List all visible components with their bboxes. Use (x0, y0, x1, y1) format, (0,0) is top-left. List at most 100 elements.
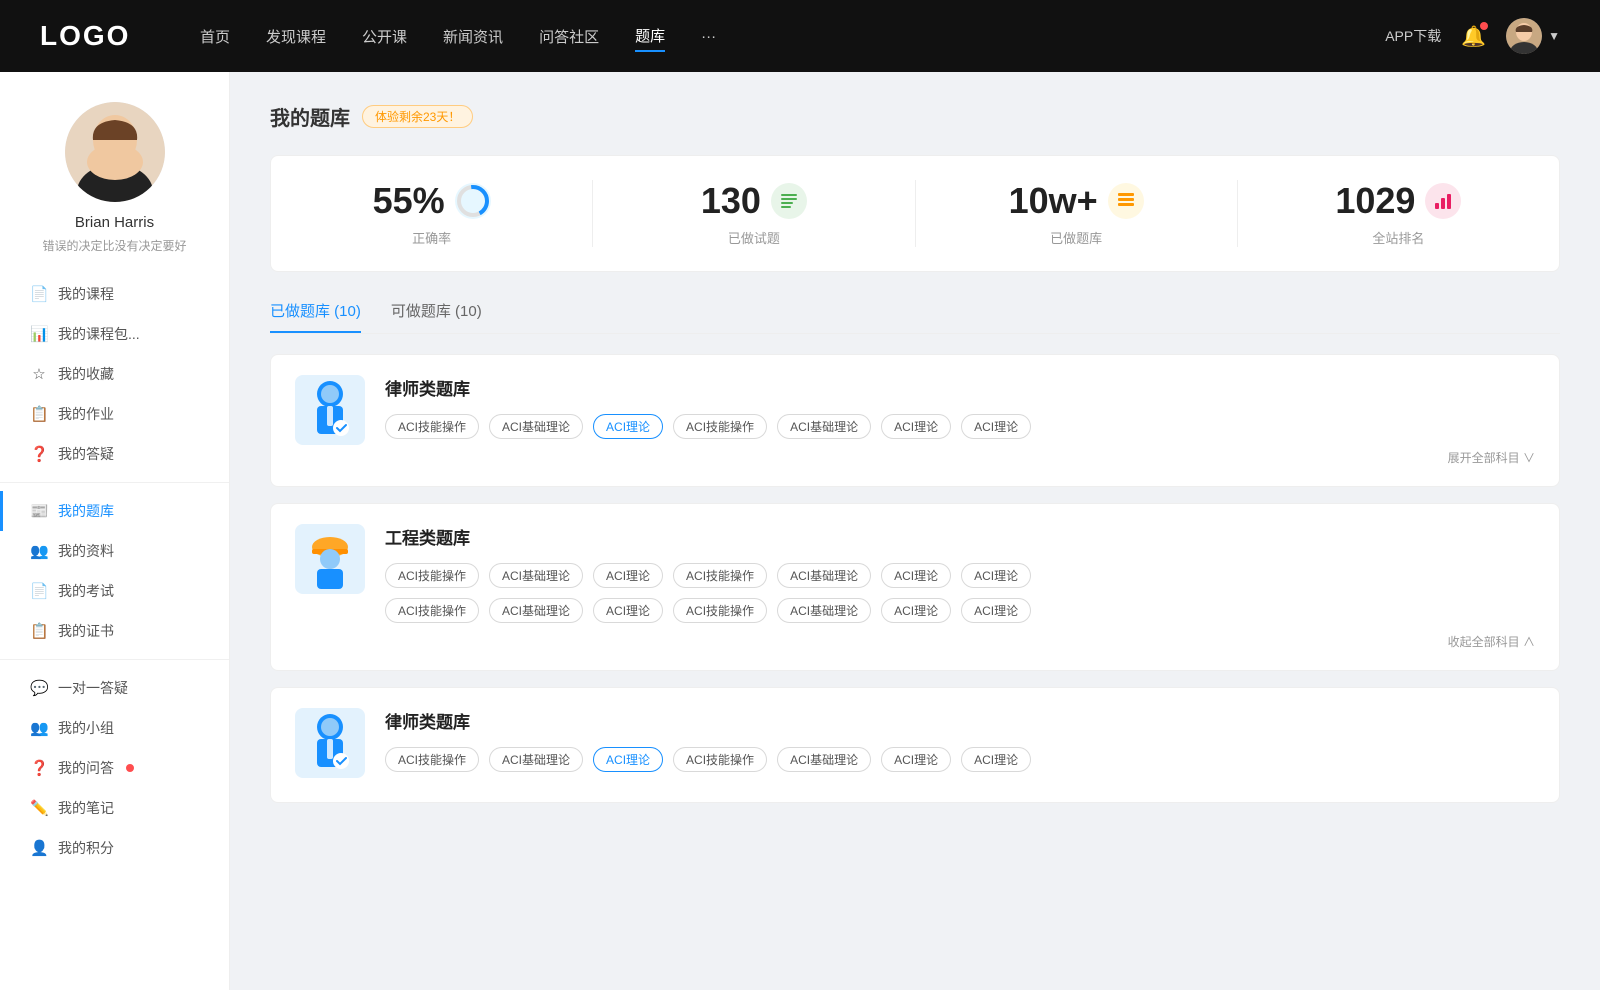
tab-done[interactable]: 已做题库 (10) (270, 300, 361, 333)
tag-2-0-5[interactable]: ACI理论 (881, 563, 951, 588)
nav-qbank[interactable]: 题库 (635, 21, 665, 52)
tags-row-3: ACI技能操作 ACI基础理论 ACI理论 ACI技能操作 ACI基础理论 AC… (385, 747, 1535, 772)
sidebar-item-questions[interactable]: ❓ 我的问答 (0, 748, 229, 788)
qa-icon: ❓ (30, 445, 48, 463)
header: LOGO 首页 发现课程 公开课 新闻资讯 问答社区 题库 ··· APP下载 … (0, 0, 1600, 72)
sidebar-item-favorites[interactable]: ☆ 我的收藏 (0, 354, 229, 394)
tag-1-1[interactable]: ACI基础理论 (489, 414, 583, 439)
sidebar-item-qa[interactable]: ❓ 我的答疑 (0, 434, 229, 474)
sidebar-item-course-packages[interactable]: 📊 我的课程包... (0, 314, 229, 354)
notification-bell[interactable]: 🔔 (1461, 24, 1486, 49)
tag-2-1-0[interactable]: ACI技能操作 (385, 598, 479, 623)
tag-1-3[interactable]: ACI技能操作 (673, 414, 767, 439)
accuracy-icon (455, 183, 491, 219)
qbank-title-1: 律师类题库 (385, 375, 1535, 400)
donut-chart (455, 183, 491, 219)
tag-3-1[interactable]: ACI基础理论 (489, 747, 583, 772)
sidebar: Brian Harris 错误的决定比没有决定要好 📄 我的课程 📊 我的课程包… (0, 72, 230, 990)
sidebar-item-homework[interactable]: 📋 我的作业 (0, 394, 229, 434)
tag-2-1-2[interactable]: ACI理论 (593, 598, 663, 623)
tag-2-0-6[interactable]: ACI理论 (961, 563, 1031, 588)
list-icon (779, 191, 799, 211)
tabs-row: 已做题库 (10) 可做题库 (10) (270, 300, 1560, 334)
collapse-link-2[interactable]: 收起全部科目 ∧ (385, 633, 1535, 650)
qbank-icon: 📰 (30, 502, 48, 520)
sidebar-item-courses[interactable]: 📄 我的课程 (0, 274, 229, 314)
sidebar-item-1on1[interactable]: 💬 一对一答疑 (0, 668, 229, 708)
qbank-icon-lawyer-3 (295, 708, 365, 778)
stat-accuracy-value: 55% (373, 180, 445, 222)
tag-2-0-0[interactable]: ACI技能操作 (385, 563, 479, 588)
nav-qa[interactable]: 问答社区 (539, 22, 599, 51)
app-download-button[interactable]: APP下载 (1385, 26, 1441, 46)
tag-1-6[interactable]: ACI理论 (961, 414, 1031, 439)
tag-3-3[interactable]: ACI技能操作 (673, 747, 767, 772)
nav-mooc[interactable]: 公开课 (362, 22, 407, 51)
avatar-image (1506, 18, 1542, 54)
tag-2-1-5[interactable]: ACI理论 (881, 598, 951, 623)
sidebar-item-groups[interactable]: 👥 我的小组 (0, 708, 229, 748)
favorites-icon: ☆ (30, 365, 48, 383)
points-icon: 👤 (30, 839, 48, 857)
chevron-down-icon: ▼ (1548, 29, 1560, 43)
page-header: 我的题库 体验剩余23天！ (270, 102, 1560, 131)
rank-icon (1425, 183, 1461, 219)
sidebar-item-qbank[interactable]: 📰 我的题库 (0, 491, 229, 531)
exam-icon: 📄 (30, 582, 48, 600)
notification-dot (1480, 22, 1488, 30)
tag-2-1-1[interactable]: ACI基础理论 (489, 598, 583, 623)
sidebar-item-certificate-label: 我的证书 (58, 621, 114, 641)
expand-link-1[interactable]: 展开全部科目 ∨ (385, 449, 1535, 466)
tag-1-0[interactable]: ACI技能操作 (385, 414, 479, 439)
sidebar-item-homework-label: 我的作业 (58, 404, 114, 424)
nav-discover[interactable]: 发现课程 (266, 22, 326, 51)
tag-3-5[interactable]: ACI理论 (881, 747, 951, 772)
tag-2-0-4[interactable]: ACI基础理论 (777, 563, 871, 588)
qbank-title-2: 工程类题库 (385, 524, 1535, 549)
tag-3-2[interactable]: ACI理论 (593, 747, 663, 772)
tag-2-1-6[interactable]: ACI理论 (961, 598, 1031, 623)
questions-icon: ❓ (30, 759, 48, 777)
sidebar-item-1on1-label: 一对一答疑 (58, 678, 128, 698)
qbank-info-3: 律师类题库 ACI技能操作 ACI基础理论 ACI理论 ACI技能操作 ACI基… (385, 708, 1535, 782)
stat-rank: 1029 全站排名 (1238, 180, 1559, 247)
tag-3-0[interactable]: ACI技能操作 (385, 747, 479, 772)
sidebar-item-certificate[interactable]: 📋 我的证书 (0, 611, 229, 651)
qbank-card-1-header: 律师类题库 ACI技能操作 ACI基础理论 ACI理论 ACI技能操作 ACI基… (295, 375, 1535, 466)
profile-avatar-image (65, 102, 165, 202)
nav-home[interactable]: 首页 (200, 22, 230, 51)
tag-2-0-3[interactable]: ACI技能操作 (673, 563, 767, 588)
sidebar-item-points[interactable]: 👤 我的积分 (0, 828, 229, 868)
main-layout: Brian Harris 错误的决定比没有决定要好 📄 我的课程 📊 我的课程包… (0, 72, 1600, 990)
nav-more[interactable]: ··· (701, 24, 716, 49)
user-menu[interactable]: ▼ (1506, 18, 1560, 54)
tag-1-5[interactable]: ACI理论 (881, 414, 951, 439)
lawyer-svg-3 (303, 711, 358, 776)
tag-3-4[interactable]: ACI基础理论 (777, 747, 871, 772)
tag-3-6[interactable]: ACI理论 (961, 747, 1031, 772)
stat-rank-value-row: 1029 (1258, 180, 1539, 222)
sidebar-item-exam[interactable]: 📄 我的考试 (0, 571, 229, 611)
sidebar-item-course-packages-label: 我的课程包... (58, 324, 140, 344)
tag-1-4[interactable]: ACI基础理论 (777, 414, 871, 439)
engineer-svg (303, 527, 358, 592)
sidebar-item-profile[interactable]: 👥 我的资料 (0, 531, 229, 571)
stat-questions-value: 130 (701, 180, 761, 222)
banks-done-icon (1108, 183, 1144, 219)
qbank-card-1: 律师类题库 ACI技能操作 ACI基础理论 ACI理论 ACI技能操作 ACI基… (270, 354, 1560, 487)
sidebar-item-qbank-label: 我的题库 (58, 501, 114, 521)
sidebar-item-notes[interactable]: ✏️ 我的笔记 (0, 788, 229, 828)
questions-done-icon (771, 183, 807, 219)
tag-2-0-1[interactable]: ACI基础理论 (489, 563, 583, 588)
qbank-card-2: 工程类题库 ACI技能操作 ACI基础理论 ACI理论 ACI技能操作 ACI基… (270, 503, 1560, 671)
tag-2-1-3[interactable]: ACI技能操作 (673, 598, 767, 623)
main-nav: 首页 发现课程 公开课 新闻资讯 问答社区 题库 ··· (200, 21, 1385, 52)
lawyer-svg-1 (303, 378, 358, 443)
tag-2-1-4[interactable]: ACI基础理论 (777, 598, 871, 623)
sidebar-item-profile-label: 我的资料 (58, 541, 114, 561)
tag-2-0-2[interactable]: ACI理论 (593, 563, 663, 588)
nav-news[interactable]: 新闻资讯 (443, 22, 503, 51)
qbank-info-1: 律师类题库 ACI技能操作 ACI基础理论 ACI理论 ACI技能操作 ACI基… (385, 375, 1535, 466)
tag-1-2[interactable]: ACI理论 (593, 414, 663, 439)
tab-available[interactable]: 可做题库 (10) (391, 300, 482, 333)
